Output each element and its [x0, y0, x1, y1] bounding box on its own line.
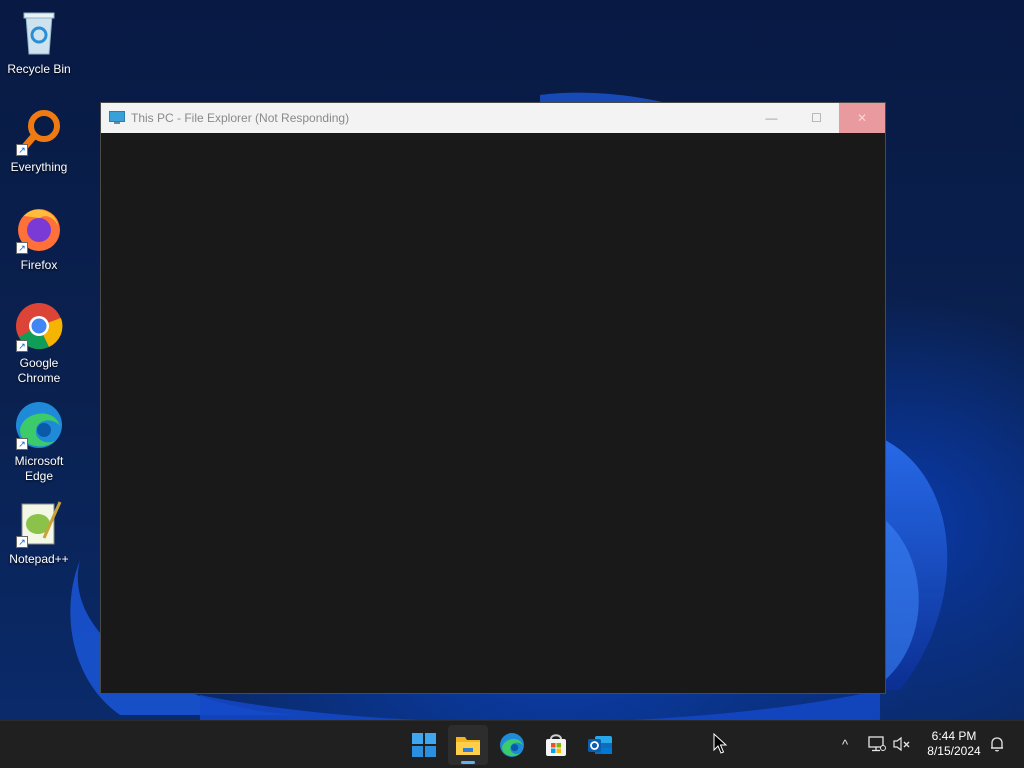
chrome-icon: ↗	[14, 302, 64, 352]
window-titlebar[interactable]: This PC - File Explorer (Not Responding)…	[101, 103, 885, 133]
notifications-button[interactable]	[986, 733, 1008, 755]
desktop-icon-everything[interactable]: ↗ Everything	[0, 106, 78, 175]
chevron-up-icon: ^	[841, 736, 849, 752]
desktop-icon-label: Microsoft Edge	[14, 454, 64, 483]
desktop-icon-label: Recycle Bin	[7, 62, 71, 76]
taskbar-clock[interactable]: 6:44 PM 8/15/2024	[918, 729, 990, 759]
shortcut-arrow-icon: ↗	[16, 242, 28, 254]
clock-time: 6:44 PM	[931, 729, 977, 743]
microsoft-store-icon	[546, 734, 566, 756]
desktop-icon-notepad-plus-plus[interactable]: ↗ Notepad++	[0, 498, 78, 567]
network-disconnected-icon	[868, 736, 886, 752]
desktop-icon-microsoft-edge[interactable]: ↗ Microsoft Edge	[0, 400, 78, 484]
active-app-indicator	[461, 761, 475, 764]
desktop-icon-label: Google Chrome	[17, 356, 61, 385]
close-button[interactable]: ✕	[839, 103, 885, 133]
this-pc-monitor-icon	[109, 111, 125, 125]
minimize-button[interactable]: —	[749, 103, 794, 133]
volume-muted-icon	[893, 736, 910, 752]
taskbar-file-explorer[interactable]	[448, 725, 488, 765]
outlook-new-icon	[588, 736, 612, 754]
maximize-button[interactable]: ☐	[794, 103, 839, 133]
desktop-icon-recycle-bin[interactable]: Recycle Bin	[0, 8, 78, 77]
show-hidden-icons-button[interactable]: ^	[834, 733, 856, 755]
taskbar-microsoft-store[interactable]	[536, 725, 576, 765]
start-button[interactable]	[404, 725, 444, 765]
window-content-area	[101, 133, 885, 693]
edge-icon: ↗	[14, 400, 64, 450]
close-icon: ✕	[856, 111, 868, 125]
volume-button[interactable]	[891, 733, 913, 755]
file-explorer-window[interactable]: This PC - File Explorer (Not Responding)…	[100, 102, 886, 694]
firefox-icon: ↗	[14, 204, 64, 254]
network-status-button[interactable]	[866, 733, 888, 755]
everything-search-icon: ↗	[14, 106, 64, 156]
shortcut-arrow-icon: ↗	[16, 536, 28, 548]
shortcut-arrow-icon: ↗	[16, 340, 28, 352]
taskbar: ^ 6:44 PM 8/15/2024	[0, 720, 1024, 768]
taskbar-outlook-new[interactable]	[580, 725, 620, 765]
window-title: This PC - File Explorer (Not Responding)	[131, 111, 350, 125]
desktop-icon-label: Everything	[10, 160, 68, 174]
desktop-icon-label: Notepad++	[9, 552, 69, 566]
windows-start-icon	[412, 733, 436, 757]
shortcut-arrow-icon: ↗	[16, 144, 28, 156]
notepad-plus-plus-icon: ↗	[14, 498, 64, 548]
bell-icon	[991, 737, 1003, 752]
desktop-icon-firefox[interactable]: ↗ Firefox	[0, 204, 78, 273]
clock-date: 8/15/2024	[927, 744, 981, 758]
desktop-icon-google-chrome[interactable]: ↗ Google Chrome	[0, 302, 78, 386]
taskbar-edge[interactable]	[492, 725, 532, 765]
mouse-cursor-icon	[713, 732, 728, 760]
maximize-icon: ☐	[811, 111, 822, 125]
minimize-icon: —	[765, 111, 778, 125]
shortcut-arrow-icon: ↗	[16, 438, 28, 450]
desktop-icon-label: Firefox	[20, 258, 58, 272]
edge-icon	[500, 733, 524, 757]
recycle-bin-icon	[14, 8, 64, 58]
file-explorer-icon	[456, 737, 480, 755]
